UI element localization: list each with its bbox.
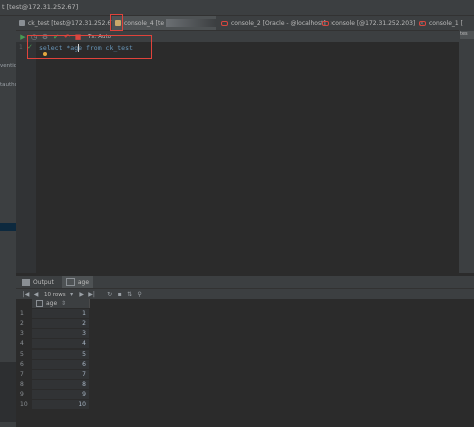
table-row[interactable]: 77 <box>16 370 89 379</box>
table-row[interactable]: 99 <box>16 390 89 399</box>
prev-page-icon[interactable]: ◀ <box>32 291 40 299</box>
refresh-icon[interactable]: ↻ <box>106 291 114 299</box>
dropdown-icon[interactable]: ▾ <box>68 291 76 299</box>
editor-gutter: 1 ✓ <box>16 42 36 273</box>
tab-label: console_2 [Oracle - @localhost] <box>231 19 326 27</box>
left-panel-item[interactable]: ventio <box>0 63 17 69</box>
table-row[interactable]: 11 <box>16 309 89 318</box>
table-row[interactable]: 22 <box>16 319 89 328</box>
table-row[interactable]: 88 <box>16 380 89 389</box>
highlight-box-tab-icon <box>110 14 123 31</box>
tab-console-4[interactable]: console_4 [te <box>112 16 216 30</box>
stop-icon[interactable]: ▪ <box>116 291 124 299</box>
output-icon <box>22 278 30 286</box>
database-icon <box>419 20 426 26</box>
database-icon <box>322 20 329 26</box>
highlight-box-query <box>27 35 152 59</box>
window-title: t [test@172.31.252.67] <box>2 3 79 11</box>
table-row[interactable]: 10 10 <box>16 400 89 409</box>
sort-icon[interactable]: ⇕ <box>61 300 66 307</box>
last-page-icon[interactable]: ▶| <box>88 291 96 299</box>
tab-label: console_4 [te <box>124 19 165 27</box>
left-panel-selection <box>0 223 16 231</box>
column-header-age[interactable]: age ⇕ <box>32 299 90 308</box>
tab-console[interactable]: console [@172.31.252.203] × <box>319 16 424 30</box>
tab-output[interactable]: Output <box>33 279 54 286</box>
console-icon <box>19 20 25 26</box>
tab-ck-test[interactable]: ck_test [test@172.31.252.67] <box>16 16 117 30</box>
sql-editor[interactable]: select *age from ck_test <box>36 42 459 273</box>
right-tool-panel: tes <box>459 30 474 273</box>
window-title-bar: t [test@172.31.252.67] <box>0 0 474 16</box>
blurred-region <box>166 19 216 27</box>
run-icon[interactable]: ▶ <box>19 33 27 41</box>
tab-age[interactable]: age <box>61 276 94 288</box>
left-panel-scroll <box>0 362 16 422</box>
table-row[interactable]: 44 <box>16 339 89 348</box>
left-tool-panel: ventio tautho <box>0 16 18 427</box>
table-icon <box>65 278 75 286</box>
tab-console-2[interactable]: console_2 [Oracle - @localhost] × <box>218 16 335 30</box>
tab-label: console [@172.31.252.203] <box>332 19 416 27</box>
rows-selector[interactable]: 10 rows <box>44 292 66 298</box>
table-row[interactable]: 33 <box>16 329 89 338</box>
compare-icon[interactable]: ⇅ <box>126 291 134 299</box>
table-row[interactable]: 55 <box>16 350 89 359</box>
database-icon <box>221 20 228 26</box>
result-grid[interactable]: age ⇕ 11 22 33 44 55 66 77 88 99 10 10 <box>16 299 474 427</box>
table-row[interactable]: 66 <box>16 360 89 369</box>
line-number: 1 <box>19 44 23 51</box>
tab-console-1[interactable]: console_1 [ <box>416 16 474 30</box>
tab-label: console_1 [ <box>429 19 463 27</box>
column-icon <box>36 300 43 307</box>
output-tab-bar: Output age <box>16 276 474 288</box>
tab-label: ck_test [test@172.31.252.67] <box>28 19 118 27</box>
pin-icon[interactable]: ⚲ <box>136 291 144 299</box>
first-page-icon[interactable]: |◀ <box>22 291 30 299</box>
next-page-icon[interactable]: ▶ <box>78 291 86 299</box>
right-panel-tab[interactable]: tes <box>460 31 474 39</box>
editor-tab-bar: ck_test [test@172.31.252.67] console_4 [… <box>16 16 474 31</box>
